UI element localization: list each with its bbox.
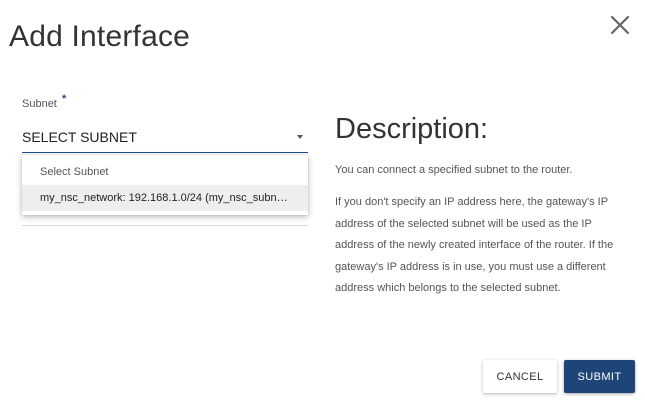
subnet-dropdown-menu: Select Subnet my_nsc_network: 192.168.1.… [22, 155, 308, 215]
subnet-select[interactable]: SELECT SUBNET [22, 124, 308, 153]
dropdown-option-select-subnet[interactable]: Select Subnet [22, 159, 308, 185]
close-icon [610, 15, 630, 35]
close-button[interactable] [606, 11, 634, 39]
description-heading: Description: [335, 113, 489, 145]
field-divider [22, 225, 308, 226]
subnet-select-value: SELECT SUBNET [22, 129, 137, 145]
submit-button[interactable]: SUBMIT [564, 360, 635, 393]
required-marker: * [62, 93, 67, 105]
subnet-label: Subnet [22, 98, 57, 110]
dropdown-option-my-nsc-network[interactable]: my_nsc_network: 192.168.1.0/24 (my_nsc_s… [22, 185, 308, 211]
cancel-button[interactable]: CANCEL [483, 360, 557, 393]
dialog-title: Add Interface [9, 20, 191, 53]
description-paragraph-1: You can connect a specified subnet to th… [335, 164, 573, 176]
description-paragraph-2: If you don't specify an IP address here,… [335, 196, 614, 294]
caret-down-icon [297, 135, 303, 139]
